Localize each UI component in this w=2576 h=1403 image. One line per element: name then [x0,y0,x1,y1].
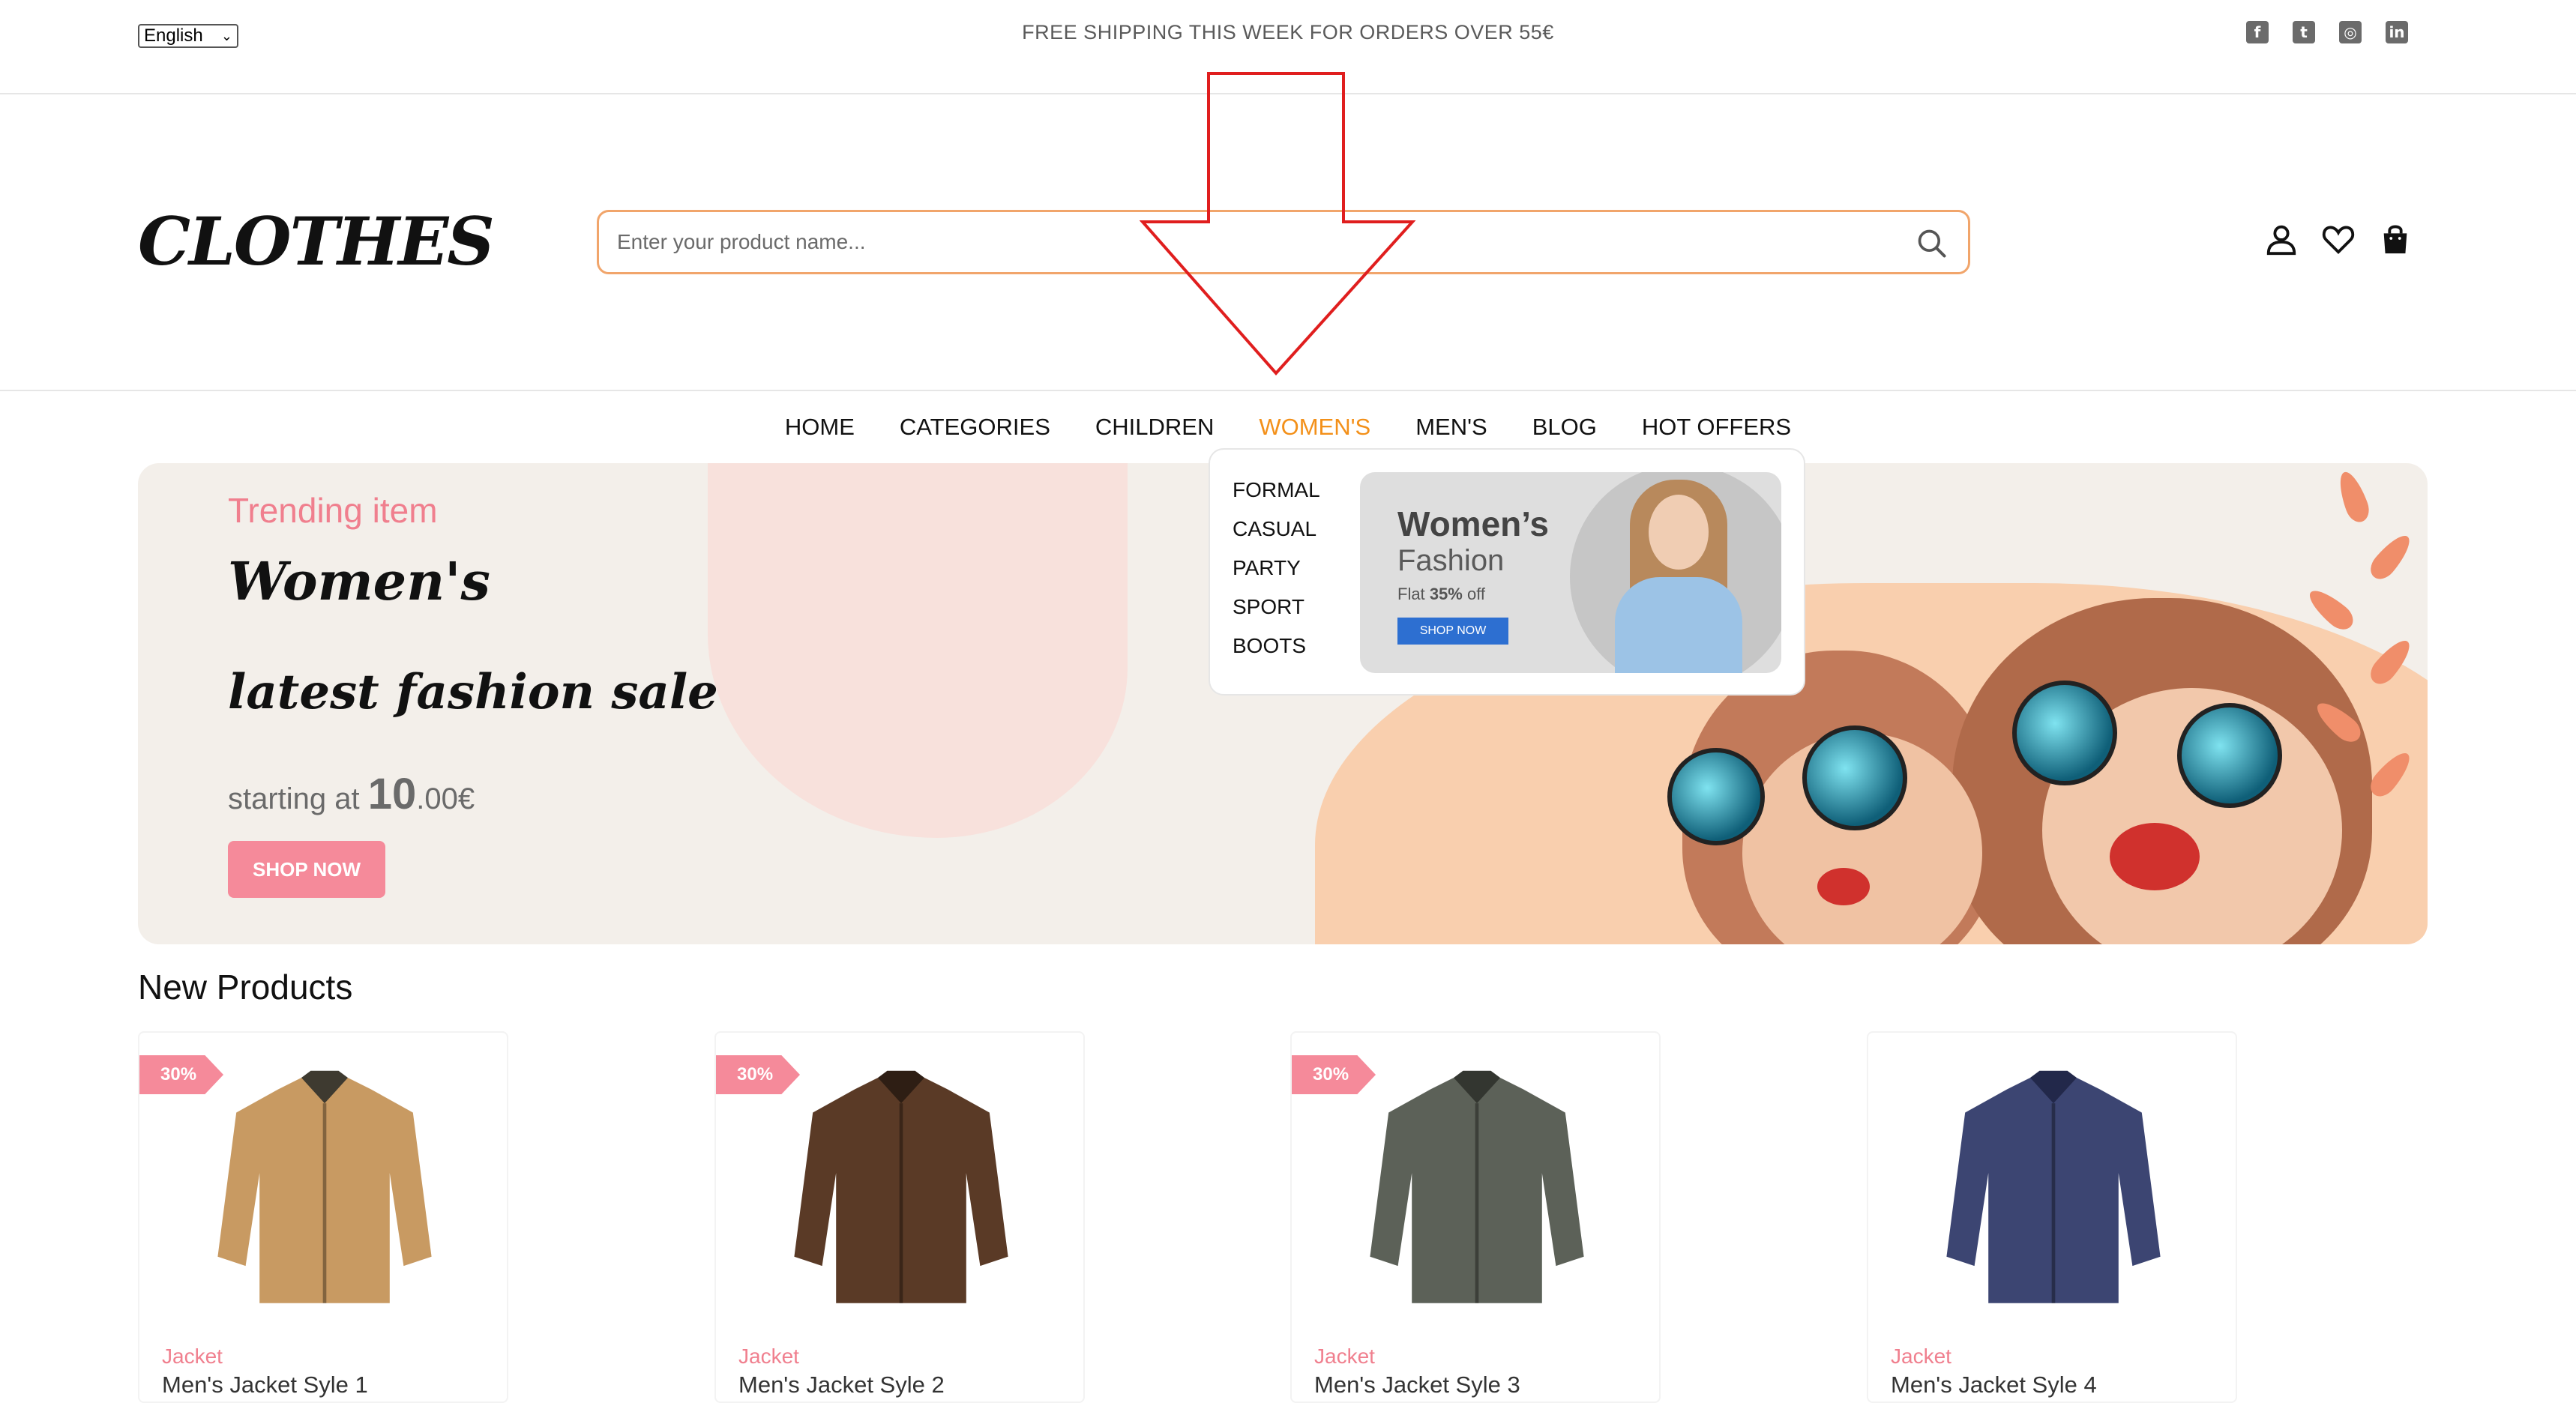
nav-item-categories[interactable]: CATEGORIES [900,408,1050,447]
product-card[interactable]: 30% Jacket Men's Jacket Syle 2 [714,1031,1085,1403]
price-small: .00€ [416,782,475,815]
user-icon[interactable] [2264,222,2299,256]
banner-model-shirt [1615,577,1742,673]
offer-value: 35% [1429,585,1463,603]
product-name[interactable]: Men's Jacket Syle 1 [162,1372,368,1399]
dropdown-item-boots[interactable]: BOOTS [1233,631,1320,670]
womens-dropdown-menu: FORMAL CASUAL PARTY SPORT BOOTS Women’s … [1209,448,1805,696]
price-prefix: starting at [228,782,360,815]
nav-item-womens[interactable]: WOMEN'S [1259,408,1370,447]
nav-item-hot-offers[interactable]: HOT OFFERS [1642,408,1791,447]
nav-item-blog[interactable]: BLOG [1532,408,1597,447]
linkedin-icon[interactable]: in [2386,21,2408,43]
product-image [217,1070,432,1303]
offer-prefix: Flat [1397,585,1425,603]
sunglasses-lens [2177,703,2282,808]
banner-shop-now-button[interactable]: SHOP NOW [1397,618,1508,645]
model-lips [1817,868,1870,905]
main-nav: HOME CATEGORIES CHILDREN WOMEN'S MEN'S B… [0,408,2576,447]
price-big: 10 [367,770,417,818]
product-name[interactable]: Men's Jacket Syle 2 [738,1372,945,1399]
womens-fashion-banner[interactable]: Women’s Fashion Flat 35% off SHOP NOW [1360,472,1781,673]
facebook-icon[interactable]: f [2246,21,2269,43]
leaf-decor [2365,529,2416,585]
twitter-icon[interactable]: t [2293,21,2315,43]
sunglasses-lens [2012,681,2117,785]
social-links: f t ◎ in [2246,21,2408,43]
banner-offer: Flat 35% off [1397,585,1485,604]
header-actions [2264,222,2413,256]
hero-title: Women's [228,550,490,612]
product-card[interactable]: 30% Jacket Men's Jacket Syle 3 [1290,1031,1661,1403]
dropdown-item-formal[interactable]: FORMAL [1233,475,1320,514]
banner-title: Women’s [1397,504,1549,543]
offer-suffix: off [1466,585,1486,603]
annotation-arrow-icon [1140,72,1416,376]
section-title: New Products [138,968,353,1007]
product-name[interactable]: Men's Jacket Syle 3 [1314,1372,1520,1399]
nav-item-mens[interactable]: MEN'S [1415,408,1487,447]
bag-icon[interactable] [2378,222,2413,256]
product-name[interactable]: Men's Jacket Syle 4 [1891,1372,2097,1399]
hero-price: starting at 10.00€ [228,769,475,819]
product-card[interactable]: Jacket Men's Jacket Syle 4 [1867,1031,2237,1403]
hero-subtitle: latest fashion sale [228,664,718,720]
nav-item-children[interactable]: CHILDREN [1095,408,1214,447]
dropdown-item-party[interactable]: PARTY [1233,553,1320,592]
hero-tag: Trending item [228,491,438,530]
banner-subtitle: Fashion [1397,544,1505,577]
sunglasses-lens [1667,748,1765,845]
product-image [1946,1070,2161,1303]
site-logo[interactable]: CLOTHES [138,202,495,280]
product-category: Jacket [738,1345,799,1368]
shop-now-button[interactable]: SHOP NOW [228,841,385,898]
dropdown-list: FORMAL CASUAL PARTY SPORT BOOTS [1233,475,1320,670]
product-image [1370,1070,1584,1303]
shipping-message: FREE SHIPPING THIS WEEK FOR ORDERS OVER … [1022,21,1554,43]
nav-item-home[interactable]: HOME [785,408,855,447]
product-image [794,1070,1008,1303]
model-lips [2110,823,2200,890]
product-category: Jacket [1314,1345,1375,1368]
product-card[interactable]: 30% Jacket Men's Jacket Syle 1 [138,1031,508,1403]
dropdown-item-casual[interactable]: CASUAL [1233,514,1320,553]
product-category: Jacket [1891,1345,1951,1368]
leaf-decor [2333,468,2374,526]
hero-decor-blob [708,463,1128,838]
instagram-icon[interactable]: ◎ [2339,21,2362,43]
search-icon[interactable] [1916,227,1948,260]
dropdown-item-sport[interactable]: SPORT [1233,592,1320,631]
product-category: Jacket [162,1345,223,1368]
sunglasses-lens [1802,725,1907,830]
heart-icon[interactable] [2321,222,2356,256]
banner-model-face [1649,495,1709,570]
